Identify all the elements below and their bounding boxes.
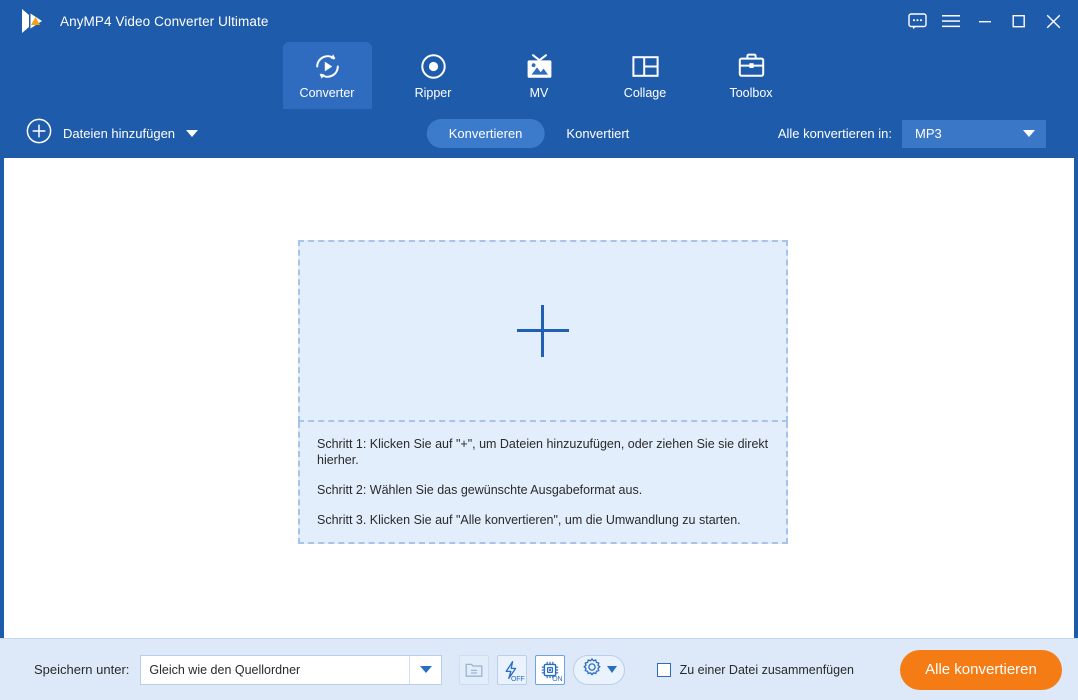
tab-converting[interactable]: Konvertieren bbox=[426, 119, 545, 148]
tab-label: MV bbox=[529, 86, 549, 100]
save-to-input[interactable] bbox=[141, 655, 410, 684]
plus-circle-icon bbox=[26, 118, 52, 149]
chevron-down-icon bbox=[419, 666, 432, 673]
bottom-bar: Speichern unter: OFF bbox=[0, 638, 1078, 700]
drop-target-area[interactable] bbox=[298, 240, 788, 422]
bottom-icon-buttons: OFF ON bbox=[459, 654, 566, 685]
tab-converter[interactable]: Converter bbox=[282, 42, 372, 109]
file-drop-zone[interactable]: Schritt 1: Klicken Sie auf "+", um Datei… bbox=[298, 240, 788, 544]
fast-conversion-state: OFF bbox=[511, 675, 525, 683]
main-tab-bar: Converter Ripper MV Collage Toolbox bbox=[0, 42, 1078, 109]
feedback-icon[interactable] bbox=[900, 0, 934, 42]
tab-label: Collage bbox=[623, 86, 667, 100]
checkbox-box[interactable] bbox=[656, 662, 671, 677]
add-files-button[interactable]: Dateien hinzufügen bbox=[26, 118, 199, 149]
hardware-acceleration-state: ON bbox=[552, 675, 563, 683]
output-format-select[interactable]: MP3 bbox=[902, 119, 1046, 148]
tab-mv[interactable]: MV bbox=[495, 42, 584, 109]
window-controls bbox=[900, 0, 1070, 42]
tab-toolbox[interactable]: Toolbox bbox=[707, 42, 796, 109]
instruction-step-1: Schritt 1: Klicken Sie auf "+", um Datei… bbox=[317, 437, 769, 467]
output-format-value: MP3 bbox=[915, 126, 942, 141]
title-bar: AnyMP4 Video Converter Ultimate bbox=[0, 0, 1078, 42]
tab-converted[interactable]: Konvertiert bbox=[544, 119, 651, 148]
chevron-down-icon[interactable] bbox=[186, 130, 199, 137]
mv-icon bbox=[524, 51, 555, 81]
instruction-step-2: Schritt 2: Wählen Sie das gewünschte Aus… bbox=[317, 483, 643, 497]
hardware-acceleration-icon[interactable]: ON bbox=[535, 654, 566, 685]
chevron-down-icon bbox=[1023, 130, 1035, 137]
merge-into-one-file-label: Zu einer Datei zusammenfügen bbox=[679, 662, 854, 677]
tab-label: Ripper bbox=[414, 86, 452, 100]
action-toolbar: Dateien hinzufügen Konvertieren Konverti… bbox=[0, 109, 1078, 158]
collage-icon bbox=[630, 51, 661, 81]
tab-label: Toolbox bbox=[729, 86, 773, 100]
toolbox-icon bbox=[736, 51, 767, 81]
convert-all-to-group: Alle konvertieren in: MP3 bbox=[777, 119, 1046, 148]
app-window: AnyMP4 Video Converter Ultimate Converte… bbox=[0, 0, 1078, 700]
add-files-label: Dateien hinzufügen bbox=[63, 126, 176, 141]
app-title: AnyMP4 Video Converter Ultimate bbox=[60, 13, 269, 29]
convert-icon bbox=[312, 51, 343, 81]
preferences-gear-icon bbox=[582, 657, 602, 682]
save-to-dropdown-button[interactable] bbox=[409, 655, 441, 684]
content-frame: Schritt 1: Klicken Sie auf "+", um Datei… bbox=[0, 158, 1078, 638]
fast-conversion-icon[interactable]: OFF bbox=[497, 654, 528, 685]
chevron-down-icon bbox=[607, 666, 618, 673]
disc-icon bbox=[418, 51, 449, 81]
close-icon[interactable] bbox=[1036, 0, 1070, 42]
plus-icon[interactable] bbox=[517, 305, 569, 357]
convert-all-button[interactable]: Alle konvertieren bbox=[900, 649, 1062, 690]
instruction-step-3: Schritt 3. Klicken Sie auf "Alle konvert… bbox=[317, 513, 741, 527]
save-to-label: Speichern unter: bbox=[34, 662, 130, 677]
instructions-panel: Schritt 1: Klicken Sie auf "+", um Datei… bbox=[298, 422, 788, 544]
tab-collage[interactable]: Collage bbox=[601, 42, 690, 109]
main-content: Schritt 1: Klicken Sie auf "+", um Datei… bbox=[4, 158, 1074, 638]
tab-label: Converter bbox=[299, 86, 355, 100]
merge-into-one-file-checkbox[interactable]: Zu einer Datei zusammenfügen bbox=[656, 662, 854, 677]
convert-all-to-label: Alle konvertieren in: bbox=[777, 126, 892, 141]
save-to-field[interactable] bbox=[140, 654, 443, 685]
app-logo-icon bbox=[16, 6, 46, 36]
preferences-button[interactable] bbox=[573, 654, 626, 685]
minimize-icon[interactable] bbox=[968, 0, 1002, 42]
tab-ripper[interactable]: Ripper bbox=[389, 42, 478, 109]
menu-icon[interactable] bbox=[934, 0, 968, 42]
queue-segment-control: Konvertieren Konvertiert bbox=[426, 119, 652, 148]
open-folder-icon[interactable] bbox=[459, 654, 490, 685]
maximize-icon[interactable] bbox=[1002, 0, 1036, 42]
